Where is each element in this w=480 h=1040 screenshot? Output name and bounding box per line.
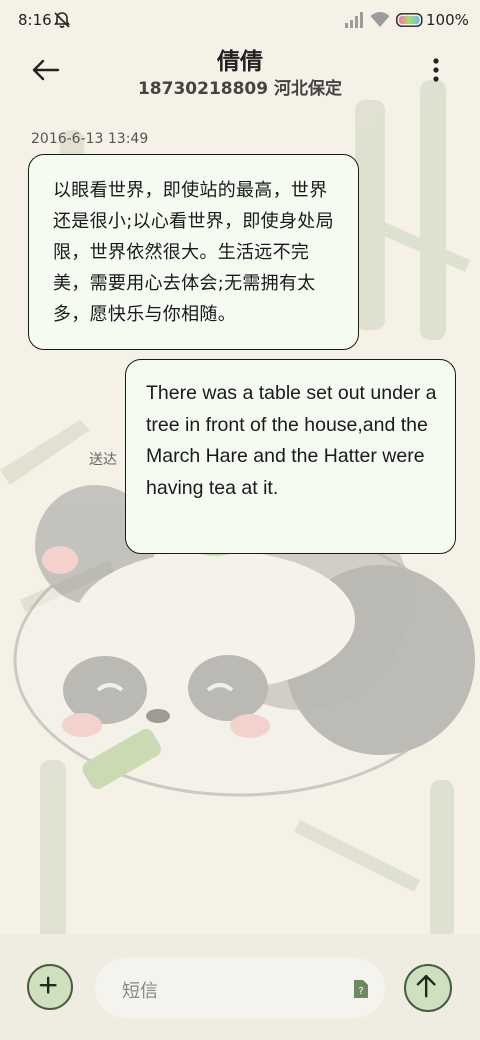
more-vertical-icon: [433, 58, 439, 82]
add-attachment-button[interactable]: [27, 964, 73, 1010]
signal-icon: [345, 12, 363, 28]
message-input[interactable]: 短信 ?: [95, 958, 385, 1018]
arrow-up-icon: [416, 974, 436, 998]
message-timestamp: 2016-6-13 13:49: [31, 131, 149, 147]
bell-off-icon: [53, 12, 71, 28]
sms-icon: ?: [354, 980, 368, 998]
wifi-icon: [370, 12, 390, 27]
contact-number-location: 18730218809 河北保定: [137, 79, 343, 99]
incoming-message-bubble[interactable]: 以眼看世界，即使站的最高，世界还是很小;以心看世界，即使身处局限，世界依然很大。…: [28, 154, 359, 350]
svg-text:?: ?: [358, 986, 363, 997]
message-composer: 短信 ?: [0, 934, 480, 1040]
send-button[interactable]: [404, 964, 452, 1012]
message-input-placeholder: 短信: [122, 981, 158, 1002]
delivery-status: 送达: [89, 452, 117, 468]
conversation-header: 倩倩 18730218809 河北保定: [0, 40, 480, 104]
more-options-button[interactable]: [422, 52, 450, 88]
message-text: 以眼看世界，即使站的最高，世界还是很小;以心看世界，即使身处局限，世界依然很大。…: [53, 180, 334, 325]
battery-icon: [396, 13, 423, 27]
contact-name: 倩倩: [217, 49, 263, 75]
status-time: 8:16: [18, 11, 52, 29]
status-bar: 8:16 100%: [0, 0, 480, 40]
battery-percent: 100%: [426, 11, 469, 29]
message-text: There was a table set out under a tree i…: [146, 382, 437, 499]
outgoing-message-bubble[interactable]: There was a table set out under a tree i…: [125, 359, 456, 554]
plus-icon: [39, 976, 57, 994]
